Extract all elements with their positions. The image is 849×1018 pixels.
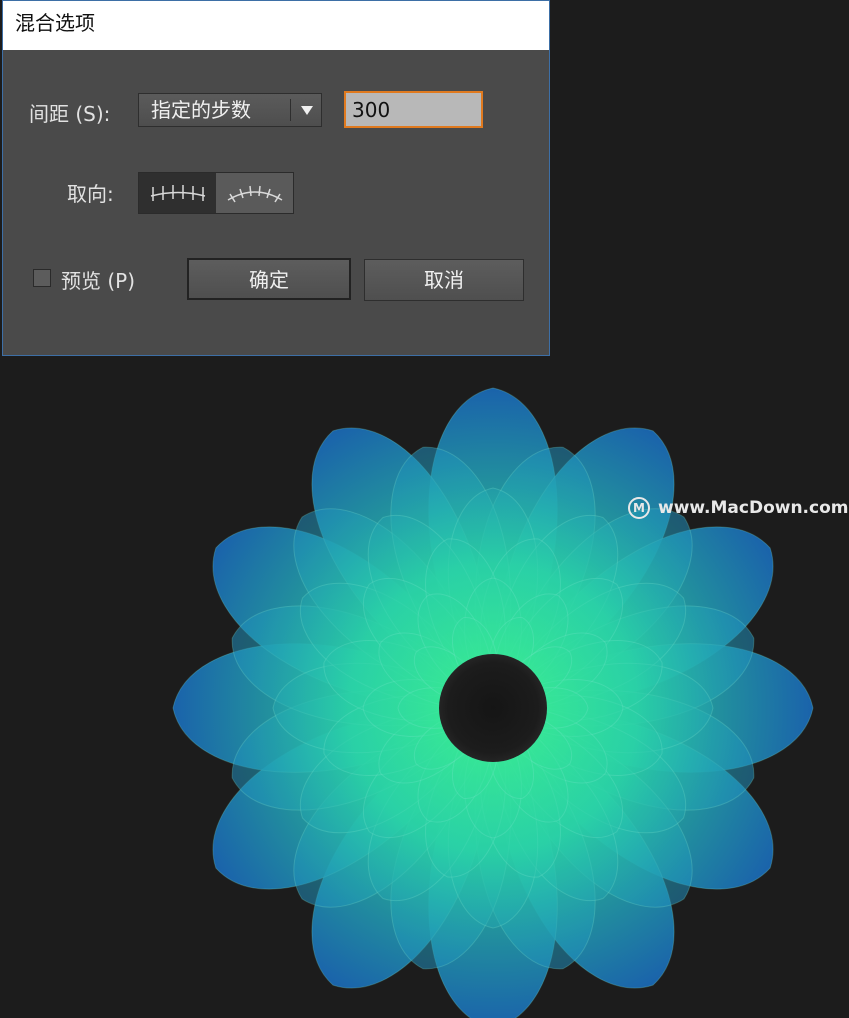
dialog-title: 混合选项	[3, 1, 549, 50]
orientation-label: 取向:	[67, 182, 114, 206]
watermark: M www.MacDown.com	[628, 497, 848, 519]
blend-options-dialog: 混合选项 间距 (S): 指定的步数 取向:	[2, 0, 550, 356]
align-to-page-icon	[150, 185, 205, 201]
cancel-button[interactable]: 取消	[364, 259, 524, 301]
orientation-toggle-group	[138, 172, 294, 214]
steps-input[interactable]	[344, 91, 483, 128]
select-divider	[290, 99, 291, 121]
spacing-select[interactable]: 指定的步数	[138, 93, 322, 127]
artboard-canvas	[172, 387, 814, 1018]
preview-label[interactable]: 预览 (P)	[61, 265, 135, 294]
preview-checkbox[interactable]	[33, 269, 51, 287]
align-to-path-icon	[227, 185, 282, 203]
ok-button[interactable]: 确定	[187, 258, 351, 300]
flower-center	[439, 654, 547, 762]
chevron-down-icon	[301, 106, 313, 115]
macdown-logo-icon: M	[628, 497, 650, 519]
spacing-label: 间距 (S):	[29, 102, 111, 126]
blended-flower-artwork	[172, 387, 814, 1018]
orientation-align-to-path-button[interactable]	[216, 173, 293, 213]
orientation-align-to-page-button[interactable]	[139, 173, 216, 213]
spacing-select-value: 指定的步数	[151, 98, 251, 122]
watermark-text: www.MacDown.com	[658, 498, 849, 518]
